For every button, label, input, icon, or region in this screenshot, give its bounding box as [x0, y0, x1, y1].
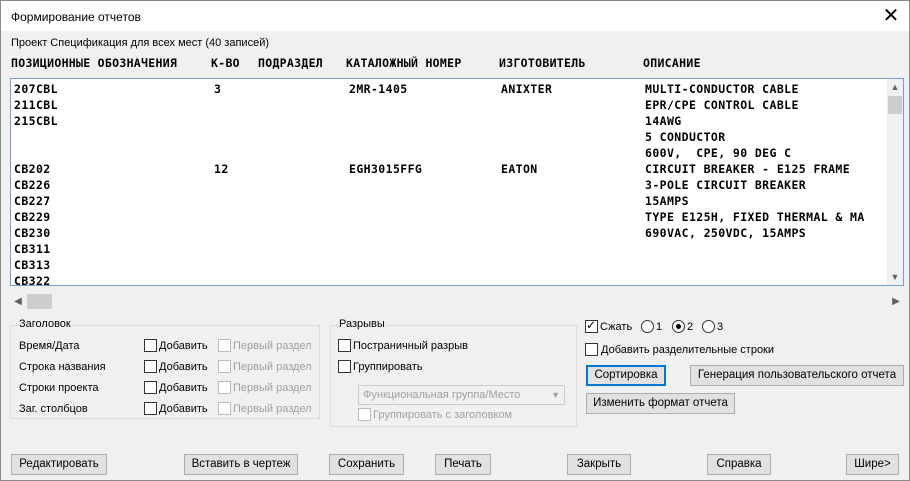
- title-line-add-checkbox[interactable]: [144, 360, 157, 373]
- group-label: Группировать: [353, 361, 423, 373]
- project-lines-label: Строки проекта: [19, 382, 99, 394]
- time-date-first-checkbox[interactable]: [218, 339, 231, 352]
- project-lines-first-label: Первый раздел: [233, 382, 312, 394]
- header-group-title: Заголовок: [17, 318, 73, 330]
- column-headers-first-checkbox[interactable]: [218, 402, 231, 415]
- title-line-add-label: Добавить: [159, 361, 208, 373]
- project-lines-add-checkbox[interactable]: [144, 381, 157, 394]
- title-line-first-checkbox[interactable]: [218, 360, 231, 373]
- column-header-qty: К-ВО: [211, 56, 240, 70]
- column-header-description: ОПИСАНИЕ: [643, 56, 701, 70]
- column-headers-label: Заг. столбцов: [19, 403, 88, 415]
- column-header-catalog: КАТАЛОЖНЫЙ НОМЕР: [346, 56, 462, 70]
- manufacturer-column: ANIXTER EATON: [501, 82, 553, 176]
- compress-radio-2-label: 2: [687, 321, 694, 333]
- project-label: Проект Спецификация для всех мест (40 за…: [11, 37, 269, 49]
- time-date-label: Время/Дата: [19, 340, 80, 352]
- column-header-manufacturer: ИЗГОТОВИТЕЛЬ: [499, 56, 586, 70]
- group-by-select-value: Функциональная группа/Место: [363, 389, 521, 401]
- description-column: MULTI-CONDUCTOR CABLE EPR/CPE CONTROL CA…: [645, 82, 865, 240]
- chevron-down-icon: ▼: [551, 390, 560, 400]
- report-generation-dialog: Формирование отчетов ✕ Проект Спецификац…: [0, 0, 910, 481]
- title-bar: Формирование отчетов ✕: [1, 1, 909, 31]
- scroll-up-icon[interactable]: ▲: [887, 79, 903, 95]
- column-header-subassembly: ПОДРАЗДЕЛ: [258, 56, 324, 70]
- column-headers-add-checkbox[interactable]: [144, 402, 157, 415]
- scroll-left-icon[interactable]: ◀: [10, 293, 26, 310]
- help-button[interactable]: Справка: [707, 454, 771, 475]
- column-headers-first-label: Первый раздел: [233, 403, 312, 415]
- close-icon[interactable]: ✕: [881, 5, 901, 25]
- column-header-tags: ПОЗИЦИОННЫЕ ОБОЗНАЧЕНИЯ: [11, 56, 178, 70]
- compress-checkbox[interactable]: [585, 318, 598, 333]
- column-headers-add-label: Добавить: [159, 403, 208, 415]
- scroll-down-icon[interactable]: ▼: [887, 269, 903, 285]
- scroll-right-icon[interactable]: ▶: [888, 293, 904, 310]
- qty-column: 3 12: [214, 82, 229, 176]
- time-date-first-label: Первый раздел: [233, 340, 312, 352]
- add-separator-label: Добавить разделительные строки: [601, 344, 775, 356]
- window-title: Формирование отчетов: [11, 10, 141, 24]
- title-line-label: Строка названия: [19, 361, 106, 373]
- report-list[interactable]: 207CBL 211CBL 215CBL CB202 CB226 CB227 C…: [10, 78, 904, 288]
- group-by-select[interactable]: Функциональная группа/Место ▼: [358, 385, 565, 405]
- user-report-button[interactable]: Генерация пользовательского отчета: [690, 365, 904, 386]
- project-lines-first-checkbox[interactable]: [218, 381, 231, 394]
- tags-column: 207CBL 211CBL 215CBL CB202 CB226 CB227 C…: [14, 82, 58, 288]
- title-line-first-label: Первый раздел: [233, 361, 312, 373]
- edit-button[interactable]: Редактировать: [11, 454, 107, 475]
- time-date-add-checkbox[interactable]: [144, 339, 157, 352]
- compress-radio-2[interactable]: [672, 320, 685, 333]
- sort-button[interactable]: Сортировка: [586, 365, 666, 386]
- breaks-group-title: Разрывы: [337, 318, 387, 330]
- compress-radio-3-label: 3: [717, 321, 724, 333]
- compress-label: Сжать: [600, 321, 633, 333]
- time-date-add-label: Добавить: [159, 340, 208, 352]
- close-button[interactable]: Закрыть: [567, 454, 631, 475]
- change-format-button[interactable]: Изменить формат отчета: [586, 393, 735, 414]
- group-with-header-label: Группировать с заголовком: [373, 409, 513, 421]
- compress-radio-3[interactable]: [702, 320, 715, 333]
- add-separator-checkbox[interactable]: [585, 343, 598, 356]
- page-break-checkbox[interactable]: [338, 339, 351, 352]
- compress-radio-1-label: 1: [656, 321, 663, 333]
- project-lines-add-label: Добавить: [159, 382, 208, 394]
- vertical-scrollbar[interactable]: ▲ ▼: [887, 79, 903, 285]
- vertical-scroll-thumb[interactable]: [888, 96, 902, 114]
- group-with-header-checkbox[interactable]: [358, 408, 371, 421]
- group-checkbox[interactable]: [338, 360, 351, 373]
- save-button[interactable]: Сохранить: [329, 454, 404, 475]
- horizontal-scrollbar[interactable]: ◀ ▶: [10, 293, 904, 310]
- page-break-label: Постраничный разрыв: [353, 340, 468, 352]
- insert-into-drawing-button[interactable]: Вставить в чертеж: [184, 454, 298, 475]
- print-button[interactable]: Печать: [435, 454, 491, 475]
- catalog-column: 2MR-1405 EGH3015FFG: [349, 82, 423, 176]
- horizontal-scroll-thumb[interactable]: [27, 294, 52, 309]
- compress-radio-1[interactable]: [641, 320, 654, 333]
- wider-button[interactable]: Шире>: [846, 454, 899, 475]
